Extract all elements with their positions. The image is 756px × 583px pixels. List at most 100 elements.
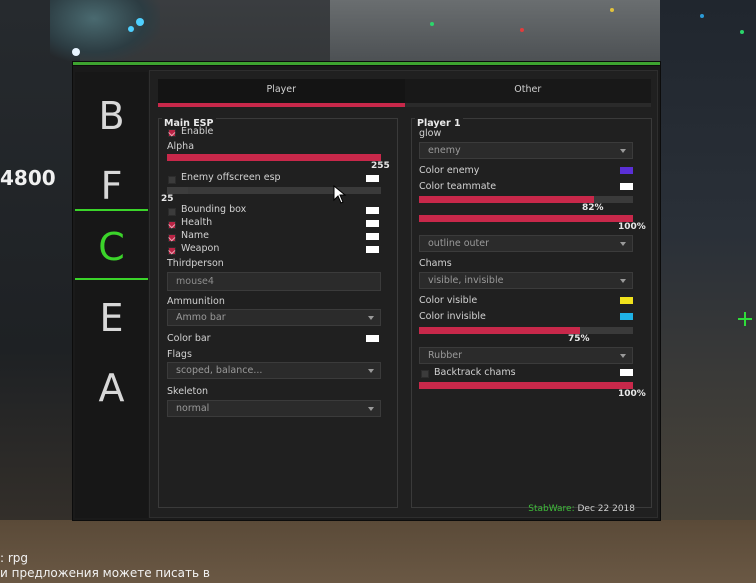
chams-material-dropdown[interactable]: Rubber	[419, 347, 633, 364]
sidebar: B F C E A	[75, 72, 148, 518]
menu-window[interactable]: B F C E A Player Other Main ESP Enable A…	[72, 61, 661, 521]
glow-alpha2-value: 100%	[618, 222, 646, 232]
backtrack-chams-label: Backtrack chams	[434, 367, 516, 378]
crosshair	[738, 312, 752, 326]
radar-player-icon	[136, 18, 144, 26]
backtrack-chams-swatch[interactable]	[620, 369, 633, 376]
chams-alpha-slider[interactable]	[419, 327, 633, 334]
sidebar-tab-e[interactable]: E	[75, 284, 148, 352]
footer-brand: StabWare:	[528, 504, 575, 514]
content-panel: Player Other Main ESP Enable Alpha 255 E…	[149, 70, 658, 518]
backtrack-alpha-value: 100%	[618, 389, 646, 399]
alpha-label: Alpha	[167, 141, 195, 152]
radar-teammate-icon	[128, 26, 134, 32]
chevron-down-icon	[620, 279, 626, 283]
footer-date: Dec 22 2018	[577, 504, 636, 514]
bounding-box-checkbox[interactable]	[168, 208, 176, 216]
glow-style-dropdown[interactable]: outline outer	[419, 235, 633, 252]
name-color-swatch[interactable]	[366, 233, 379, 240]
skeleton-value: normal	[176, 403, 210, 414]
flags-value: scoped, balance...	[176, 365, 263, 376]
backtrack-chams-checkbox[interactable]	[421, 370, 429, 378]
active-tab-divider-bottom	[75, 278, 148, 280]
chams-alpha-value: 75%	[568, 334, 590, 344]
backtrack-alpha-slider[interactable]	[419, 382, 633, 389]
color-bar-swatch[interactable]	[366, 335, 379, 342]
tab-other-underline	[404, 103, 651, 107]
offscreen-esp-label: Enemy offscreen esp	[181, 172, 281, 183]
chat-line-1: : rpg	[0, 551, 29, 565]
weapon-label: Weapon	[181, 243, 220, 254]
glow-style-value: outline outer	[428, 238, 490, 249]
color-visible-label: Color visible	[419, 295, 478, 306]
group-main-esp: Main ESP Enable Alpha 255 Enemy offscree…	[158, 118, 398, 508]
glow-label: glow	[419, 128, 442, 139]
glow-alpha-slider-fill	[419, 196, 595, 203]
thirdperson-keybind[interactable]: mouse4	[167, 272, 381, 291]
offscreen-esp-slider-fill	[167, 187, 189, 194]
chams-mode-value: visible, invisible	[428, 275, 504, 286]
tab-bar: Player Other	[158, 79, 651, 107]
chevron-down-icon	[620, 149, 626, 153]
active-tab-divider-top	[75, 209, 148, 211]
sidebar-tab-c[interactable]: C	[75, 213, 148, 281]
color-invisible-label: Color invisible	[419, 311, 486, 322]
skeleton-dropdown[interactable]: normal	[167, 400, 381, 417]
health-color-swatch[interactable]	[366, 220, 379, 227]
string-lights	[370, 0, 756, 40]
enable-label: Enable	[181, 126, 214, 137]
skeleton-label: Skeleton	[167, 386, 209, 397]
chams-mode-dropdown[interactable]: visible, invisible	[419, 272, 633, 289]
glow-alpha2-slider[interactable]	[419, 215, 633, 222]
flags-dropdown[interactable]: scoped, balance...	[167, 362, 381, 379]
ammunition-value: Ammo bar	[176, 312, 226, 323]
alpha-slider-fill	[167, 154, 381, 161]
offscreen-esp-value: 25	[161, 194, 174, 204]
tab-player[interactable]: Player	[158, 79, 405, 107]
chevron-down-icon	[368, 369, 374, 373]
window-accent-bar	[73, 62, 660, 66]
ammunition-label: Ammunition	[167, 296, 225, 307]
sidebar-tab-b[interactable]: B	[75, 82, 148, 150]
chevron-down-icon	[620, 242, 626, 246]
color-bar-label: Color bar	[167, 333, 211, 344]
footer: StabWare: Dec 22 2018	[528, 504, 635, 514]
flags-label: Flags	[167, 349, 192, 360]
bounding-box-color-swatch[interactable]	[366, 207, 379, 214]
weapon-checkbox[interactable]	[168, 247, 176, 255]
color-enemy-label: Color enemy	[419, 165, 480, 176]
group-player-1: Player 1 glow enemy Color enemy Color te…	[411, 118, 652, 508]
alpha-value: 255	[371, 161, 390, 171]
enable-checkbox[interactable]	[168, 129, 176, 137]
health-checkbox[interactable]	[168, 221, 176, 229]
chevron-down-icon	[368, 407, 374, 411]
ammunition-dropdown[interactable]: Ammo bar	[167, 309, 381, 326]
glow-alpha-slider[interactable]	[419, 196, 633, 203]
offscreen-esp-slider[interactable]	[167, 187, 381, 194]
sidebar-tab-a[interactable]: A	[75, 354, 148, 422]
bounding-box-label: Bounding box	[181, 204, 247, 215]
name-checkbox[interactable]	[168, 234, 176, 242]
glow-target-dropdown[interactable]: enemy	[419, 142, 633, 159]
offscreen-esp-checkbox[interactable]	[168, 176, 176, 184]
health-label: Health	[181, 217, 213, 228]
offscreen-esp-color-swatch[interactable]	[366, 175, 379, 182]
mouse-cursor-icon	[333, 185, 347, 204]
game-background-left	[0, 0, 80, 583]
tab-other[interactable]: Other	[404, 79, 651, 107]
radar-bomb-icon	[72, 48, 80, 56]
chevron-down-icon	[368, 316, 374, 320]
color-invisible-swatch[interactable]	[620, 313, 633, 320]
chat-line-2: и предложения можете писать в	[0, 566, 210, 580]
weapon-color-swatch[interactable]	[366, 246, 379, 253]
color-enemy-swatch[interactable]	[620, 167, 633, 174]
color-teammate-swatch[interactable]	[620, 183, 633, 190]
chams-label: Chams	[419, 258, 452, 269]
alpha-slider[interactable]	[167, 154, 381, 161]
glow-alpha2-slider-fill	[419, 215, 633, 222]
radar-minimap	[50, 0, 160, 62]
chams-alpha-slider-fill	[419, 327, 580, 334]
name-label: Name	[181, 230, 210, 241]
color-visible-swatch[interactable]	[620, 297, 633, 304]
chams-material-value: Rubber	[428, 350, 463, 361]
